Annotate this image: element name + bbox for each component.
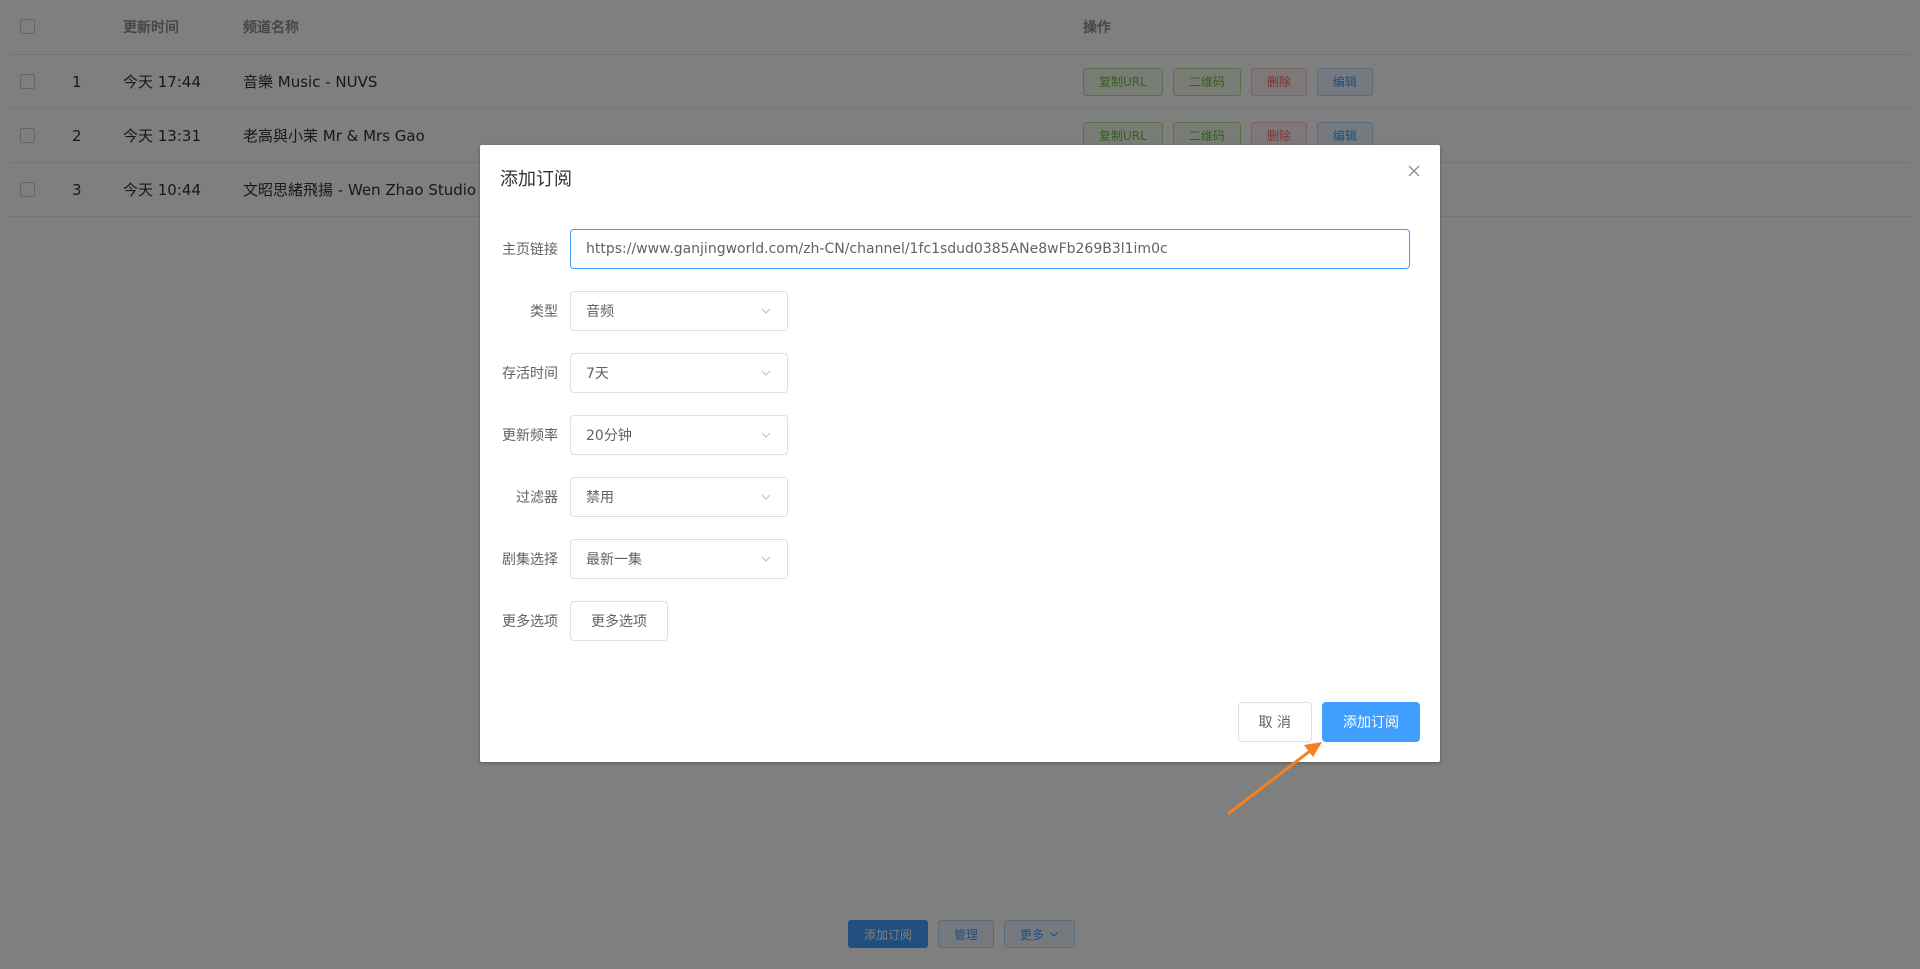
filter-select-value: 禁用 bbox=[586, 490, 614, 506]
update-freq-select[interactable]: 20分钟 bbox=[570, 415, 788, 455]
add-subscription-dialog: 添加订阅 主页链接 类型 音频 存活时间 7天 更新频率 20分钟 过滤器 禁用 bbox=[480, 145, 1440, 762]
form-row-type: 类型 音频 bbox=[480, 291, 788, 331]
dialog-footer: 取 消 添加订阅 bbox=[1237, 702, 1420, 742]
form-row-episode: 剧集选择 最新一集 bbox=[480, 539, 788, 579]
type-select[interactable]: 音频 bbox=[570, 291, 788, 331]
chevron-down-icon bbox=[761, 556, 771, 562]
form-row-keep-time: 存活时间 7天 bbox=[480, 353, 788, 393]
chevron-down-icon bbox=[761, 494, 771, 500]
dialog-title: 添加订阅 bbox=[500, 169, 572, 190]
form-row-update-freq: 更新频率 20分钟 bbox=[480, 415, 788, 455]
episode-select-value: 最新一集 bbox=[586, 552, 642, 568]
form-row-more-options: 更多选项 更多选项 bbox=[480, 601, 668, 641]
type-label: 类型 bbox=[530, 304, 558, 320]
form-row-filter: 过滤器 禁用 bbox=[480, 477, 788, 517]
close-icon[interactable] bbox=[1406, 163, 1422, 179]
keep-time-label: 存活时间 bbox=[502, 366, 558, 382]
keep-time-select-value: 7天 bbox=[586, 366, 609, 382]
chevron-down-icon bbox=[761, 308, 771, 314]
filter-label: 过滤器 bbox=[516, 490, 558, 506]
update-freq-select-value: 20分钟 bbox=[586, 428, 632, 444]
more-options-label: 更多选项 bbox=[502, 614, 558, 630]
form-row-homepage: 主页链接 bbox=[480, 229, 1410, 269]
chevron-down-icon bbox=[761, 432, 771, 438]
chevron-down-icon bbox=[761, 370, 771, 376]
homepage-url-input[interactable] bbox=[570, 229, 1410, 269]
more-options-button[interactable]: 更多选项 bbox=[570, 601, 668, 641]
filter-select[interactable]: 禁用 bbox=[570, 477, 788, 517]
add-subscription-confirm-button[interactable]: 添加订阅 bbox=[1322, 702, 1420, 742]
episode-select[interactable]: 最新一集 bbox=[570, 539, 788, 579]
episode-label: 剧集选择 bbox=[502, 552, 558, 568]
type-select-value: 音频 bbox=[586, 304, 614, 320]
update-freq-label: 更新频率 bbox=[502, 428, 558, 444]
cancel-button[interactable]: 取 消 bbox=[1237, 702, 1312, 742]
homepage-label: 主页链接 bbox=[502, 242, 558, 258]
keep-time-select[interactable]: 7天 bbox=[570, 353, 788, 393]
